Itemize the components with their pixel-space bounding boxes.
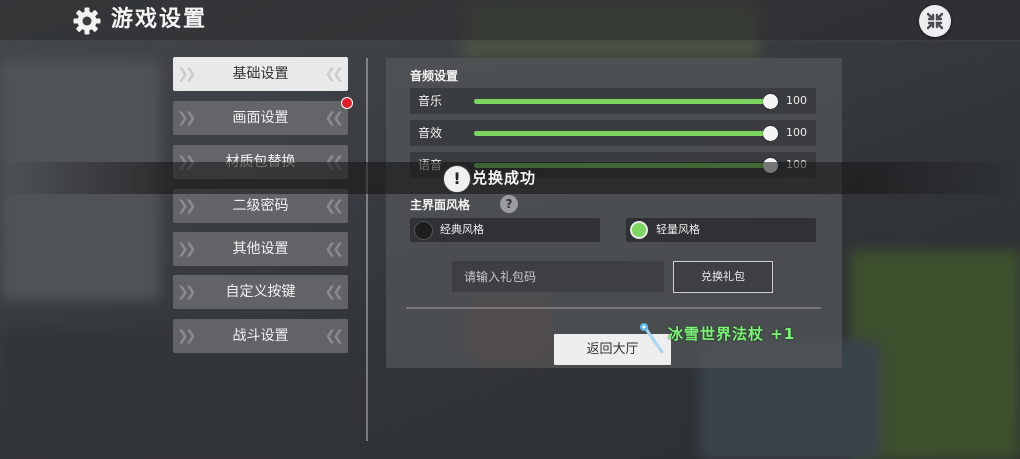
tab-graphics-settings[interactable]: ❯❯ 画面设置 ❮❮ — [173, 101, 348, 135]
chevron-left-icon: ❮❮ — [324, 198, 345, 214]
chevron-right-icon: ❯❯ — [177, 198, 197, 214]
slider-label: 音乐 — [418, 94, 443, 108]
sfx-slider-row: 音效 100 — [410, 120, 816, 146]
chevron-right-icon: ❯❯ — [177, 66, 197, 82]
sfx-slider[interactable] — [474, 126, 778, 141]
reward-text: 冰雪世界法杖 +1 — [668, 325, 796, 343]
chevron-left-icon: ❮❮ — [324, 328, 345, 344]
gear-icon — [72, 6, 102, 36]
tab-label: 基础设置 — [232, 66, 289, 82]
tab-basic-settings[interactable]: ❯❯ 基础设置 ❮❮ — [173, 57, 348, 91]
radio-button-selected[interactable] — [630, 221, 648, 239]
slider-value: 100 — [786, 94, 807, 107]
tab-label: 二级密码 — [232, 198, 289, 214]
audio-section-title: 音频设置 — [410, 69, 459, 83]
slider-knob[interactable] — [763, 94, 778, 109]
slider-knob[interactable] — [763, 126, 778, 141]
redeem-gift-button[interactable]: 兑换礼包 — [673, 261, 773, 293]
toast-banner: ! 兑换成功 — [0, 162, 1020, 194]
tab-label: 画面设置 — [232, 110, 289, 126]
header-bar: 游戏设置 — [0, 0, 1020, 41]
slider-label: 音效 — [418, 126, 443, 140]
option-light-style[interactable]: 轻量风格 — [626, 218, 816, 242]
option-label: 轻量风格 — [656, 223, 700, 236]
music-slider-row: 音乐 100 — [410, 88, 816, 114]
toast-text: 兑换成功 — [472, 169, 537, 187]
tab-secondary-password[interactable]: ❯❯ 二级密码 ❮❮ — [173, 189, 348, 223]
tab-label: 自定义按键 — [225, 284, 296, 300]
chevron-left-icon: ❮❮ — [324, 241, 345, 257]
staff-icon — [640, 322, 666, 360]
chevron-right-icon: ❯❯ — [177, 110, 197, 126]
exclamation-icon: ! — [443, 165, 471, 193]
chevron-right-icon: ❯❯ — [177, 328, 197, 344]
collapse-arrows-icon — [926, 12, 944, 30]
tab-battle-settings[interactable]: ❯❯ 战斗设置 ❮❮ — [173, 319, 348, 353]
style-section-title: 主界面风格 — [410, 198, 471, 212]
chevron-left-icon: ❮❮ — [324, 110, 345, 126]
music-slider[interactable] — [474, 94, 778, 109]
radio-button[interactable] — [414, 221, 433, 240]
close-button[interactable] — [919, 5, 951, 37]
slider-value: 100 — [786, 126, 807, 139]
tab-custom-keys[interactable]: ❯❯ 自定义按键 ❮❮ — [173, 275, 348, 309]
option-label: 经典风格 — [440, 223, 484, 236]
tab-label: 其他设置 — [232, 241, 289, 257]
chevron-left-icon: ❮❮ — [324, 284, 345, 300]
chevron-right-icon: ❯❯ — [177, 284, 197, 300]
tab-other-settings[interactable]: ❯❯ 其他设置 ❮❮ — [173, 232, 348, 266]
page-title: 游戏设置 — [111, 7, 208, 32]
slider-fill — [474, 99, 770, 104]
chevron-right-icon: ❯❯ — [177, 241, 197, 257]
option-classic-style[interactable]: 经典风格 — [410, 218, 600, 242]
divider-horizontal — [406, 307, 821, 309]
gift-code-input[interactable] — [452, 261, 664, 292]
divider-vertical — [366, 58, 368, 441]
notification-badge — [341, 97, 353, 109]
chevron-left-icon: ❮❮ — [324, 66, 345, 82]
tab-label: 战斗设置 — [232, 328, 289, 344]
slider-fill — [474, 131, 770, 136]
help-icon[interactable]: ? — [500, 195, 518, 213]
